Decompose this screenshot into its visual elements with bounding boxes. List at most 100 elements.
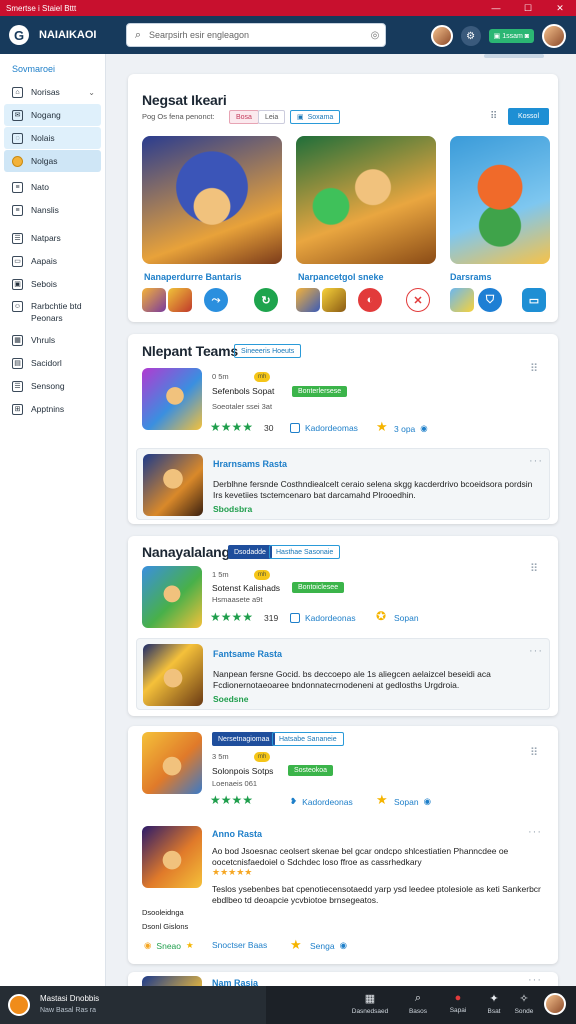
favorite-star-icon[interactable]: ★	[376, 792, 388, 808]
search-input[interactable]: ⌕ Searpsirh esir engleagon ◎	[126, 23, 386, 47]
sidebar-item-0[interactable]: ⌂ Norisas ⌄	[4, 81, 101, 103]
shield-icon[interactable]: ⛉	[478, 288, 502, 312]
row-name[interactable]: Solonpois Sotps	[212, 766, 273, 776]
game-title-1[interactable]: Nanaperdurre Bantaris	[144, 272, 242, 282]
settings-icon[interactable]: ⚙	[460, 26, 481, 46]
subcard-title[interactable]: Hrarnsams Rasta	[213, 459, 287, 469]
game-artwork-3[interactable]	[450, 136, 550, 264]
filter-chip-b[interactable]: Leia	[258, 110, 286, 124]
sidebar-item-12[interactable]: ☰ Sensong	[4, 375, 101, 397]
game-thumb[interactable]	[142, 368, 202, 430]
mini-game-icon[interactable]	[142, 288, 166, 312]
profile-avatar[interactable]	[544, 993, 566, 1015]
app-logo[interactable]: G	[9, 25, 29, 45]
subcard-title[interactable]: Anno Rasta	[212, 829, 262, 839]
footer-action-3[interactable]: Senga ◉	[310, 940, 347, 951]
footer-action-2-label: Snoctser Baas	[212, 940, 268, 950]
card-icon[interactable]: ▭	[522, 288, 546, 312]
stat-link[interactable]: Sopan ◉	[394, 796, 431, 807]
refresh-icon[interactable]: ↻	[254, 288, 278, 312]
stat-link[interactable]: 3 opa ◉	[394, 423, 428, 434]
featured-subcard: Fantsame Rasta ··· Nanpean fersne Gocid.…	[136, 638, 550, 710]
game-title-3[interactable]: Darsrams	[450, 272, 492, 282]
voice-search-icon[interactable]: ◎	[365, 30, 385, 41]
footer-action-2[interactable]: Snoctser Baas	[212, 940, 267, 950]
details-link[interactable]: Kadordeomas	[290, 423, 358, 433]
grid-view-icon[interactable]: ⠿	[490, 111, 497, 122]
game-thumb[interactable]	[142, 566, 202, 628]
sidebar-item-9[interactable]: ☺ Rarbchtie btd Peonars	[4, 296, 101, 328]
more-icon[interactable]: ···	[529, 645, 543, 657]
game-thumb[interactable]	[142, 826, 202, 888]
sidebar-item-3[interactable]: Nolgas	[4, 150, 101, 172]
subcard-action[interactable]: Sbodsbra	[213, 504, 252, 514]
mini-game-icon[interactable]	[296, 288, 320, 312]
close-button[interactable]: ✕	[544, 0, 576, 16]
sidebar-item-10[interactable]: ▦ Vhruls	[4, 329, 101, 351]
stat-link[interactable]: Sopan	[394, 613, 419, 623]
game-artwork-2[interactable]	[296, 136, 436, 264]
filter-chip-a[interactable]: Bosa	[229, 110, 259, 124]
mini-game-icon[interactable]	[322, 288, 346, 312]
drag-handle-icon[interactable]: ⠿	[530, 362, 539, 375]
search-icon: ⌕	[414, 992, 422, 1004]
drag-handle-icon[interactable]: ⠿	[530, 746, 539, 759]
sidebar-item-8[interactable]: ▣ Sebois	[4, 273, 101, 295]
section-tag-1[interactable]: Sineeeris Hoeuts	[234, 344, 302, 358]
sidebar-item-1[interactable]: ✉ Nogang	[4, 104, 101, 126]
share-icon[interactable]: ⤳	[204, 288, 228, 312]
row-name[interactable]: Sefenbols Sopat	[212, 386, 274, 396]
game-thumb[interactable]	[142, 732, 202, 794]
footer-action-1[interactable]: ◉ Sneao ★	[144, 940, 194, 951]
details-link[interactable]: ❥ Kadordeonas	[290, 796, 353, 807]
badge-icon[interactable]: ✪	[376, 609, 386, 623]
bottom-nav-2[interactable]: ● Sapai	[438, 992, 478, 1014]
favorite-star-icon[interactable]: ★	[290, 937, 302, 953]
favorite-star-icon[interactable]: ★	[376, 419, 388, 435]
cancel-icon[interactable]: ✕	[406, 288, 430, 312]
game-title-2[interactable]: Narpancetgol sneke	[298, 272, 384, 282]
action-button[interactable]: Kossol	[508, 108, 550, 125]
friend-avatar[interactable]	[430, 25, 453, 47]
section-tag-3b[interactable]: Hatsabe Sananeie	[272, 732, 344, 746]
drag-handle-icon[interactable]: ⠿	[530, 562, 539, 575]
sidebar-item-2[interactable]: ◌ Nolais	[4, 127, 101, 149]
section-tag-3a[interactable]: Nersetnagiomaa	[212, 732, 276, 746]
sidebar-item-6[interactable]: ☰ Natpars	[4, 227, 101, 249]
more-icon[interactable]: ···	[528, 974, 542, 986]
minimize-button[interactable]: —	[480, 0, 512, 16]
scroll-indicator[interactable]	[484, 54, 544, 58]
chevron-down-icon[interactable]: ⌄	[88, 88, 95, 97]
more-icon[interactable]: ···	[529, 455, 543, 467]
info-icon: ◉	[420, 423, 428, 433]
mini-game-icon[interactable]	[450, 288, 474, 312]
row-name[interactable]: Sotenst Kalishads	[212, 583, 280, 593]
details-link[interactable]: Kadordeonas	[290, 613, 356, 623]
more-icon[interactable]: ···	[528, 826, 542, 838]
maximize-button[interactable]: ☐	[512, 0, 544, 16]
bottom-nav-0[interactable]: ▦ Dasnedsaed	[350, 992, 390, 1015]
currency-pill[interactable]: ▣ 1ssam ◙	[488, 29, 534, 43]
image-icon: ▣	[297, 114, 304, 121]
section-tag-2a[interactable]: Dsodadde	[228, 545, 272, 559]
mini-game-icon[interactable]	[168, 288, 192, 312]
filter-button[interactable]: ▣ Soxama	[290, 110, 341, 124]
app-brand: NAIAIKAOI	[39, 29, 97, 41]
subcard-title[interactable]: Fantsame Rasta	[213, 649, 282, 659]
close-icon[interactable]: ◐	[358, 288, 382, 312]
stat-label: Sopan	[394, 613, 419, 623]
bottom-nav-4[interactable]: ✧ Sonde	[504, 992, 544, 1015]
sidebar-item-7[interactable]: ▭ Aapais	[4, 250, 101, 272]
sidebar-item-4[interactable]: ≡ Nato	[4, 176, 101, 198]
section-tag-2b[interactable]: Hasthae Sasonaie	[269, 545, 341, 559]
now-playing[interactable]: Mastasi Dnobbis Naw Basal Ras ra	[0, 986, 266, 1024]
game-artwork-1[interactable]	[142, 136, 282, 264]
sidebar-item-13[interactable]: ⊞ Apptnins	[4, 398, 101, 420]
game-thumb[interactable]	[143, 644, 203, 706]
sidebar-item-11[interactable]: ▤ Sacidorl	[4, 352, 101, 374]
user-avatar[interactable]	[542, 24, 566, 48]
subcard-action[interactable]: Soedsne	[213, 694, 248, 704]
game-thumb[interactable]	[143, 454, 203, 516]
sidebar-item-5[interactable]: ≡ Nanslis	[4, 199, 101, 221]
bottom-nav-1[interactable]: ⌕ Basos	[398, 992, 438, 1015]
